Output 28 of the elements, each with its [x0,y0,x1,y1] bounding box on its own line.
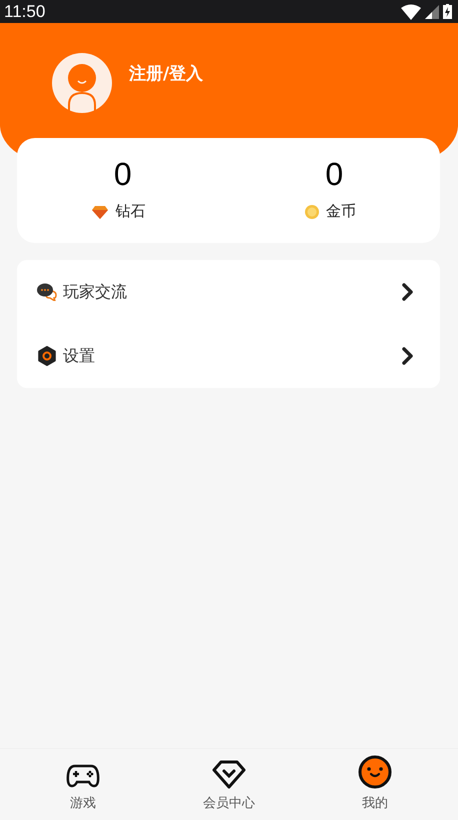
smiley-icon [358,755,392,789]
status-time: 11:50 [4,2,46,22]
settings-icon [37,346,57,366]
tab-label: 会员中心 [203,795,255,812]
chevron-right-icon [402,347,414,365]
coin-icon [304,204,319,218]
nav-tab[interactable]: 我的 [325,749,425,820]
gamepad-icon [66,763,100,789]
stat-value: 0 [114,156,132,192]
diamond-icon [92,204,108,218]
menu-item[interactable]: 设置 [17,324,440,388]
stat-value: 0 [325,156,344,192]
wifi-icon [401,4,421,20]
battery-icon [443,4,452,19]
menu-item[interactable]: 玩家交流 [17,260,440,324]
menu-label: 设置 [63,346,96,366]
nav-tab[interactable]: 会员中心 [179,749,279,820]
menu-label: 玩家交流 [63,282,128,302]
chevron-right-icon [402,283,414,301]
chat-icon [37,283,57,301]
nav-tab[interactable]: 游戏 [33,749,133,820]
signal-icon [425,4,439,18]
diamond-check-icon [212,759,246,789]
tab-label: 我的 [362,795,388,812]
stat-label: 金币 [326,202,356,221]
stat-label: 钻石 [115,202,146,221]
tab-label: 游戏 [70,795,96,812]
avatar-icon[interactable] [52,53,112,113]
